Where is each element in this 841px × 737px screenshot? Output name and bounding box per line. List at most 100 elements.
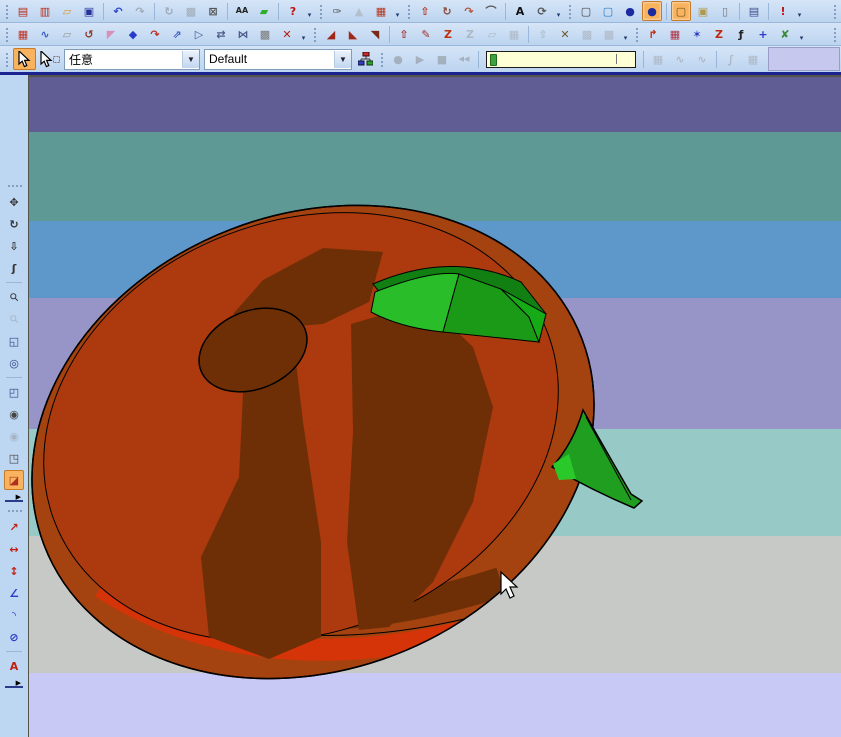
open-file-icon[interactable]: ▱ bbox=[57, 1, 77, 21]
constraint-icon[interactable]: + bbox=[753, 24, 773, 44]
regenerate-icon[interactable]: ↻ bbox=[159, 1, 179, 21]
select-button[interactable] bbox=[13, 48, 36, 70]
xform-toolbar-options[interactable]: ▾ bbox=[796, 24, 807, 45]
entity-filter-combo[interactable]: 任意 ▼ bbox=[64, 48, 200, 70]
diameter-dimension-icon[interactable]: ⊘ bbox=[4, 627, 24, 647]
unzoom-icon[interactable]: ◰ bbox=[4, 382, 24, 402]
revolve-icon[interactable]: ↻ bbox=[437, 1, 457, 21]
toolbar-grip[interactable] bbox=[318, 2, 323, 20]
smart-dimension-icon[interactable]: ↗ bbox=[4, 517, 24, 537]
toolbar-grip[interactable] bbox=[312, 25, 317, 43]
corner-surface-icon[interactable]: ◤ bbox=[101, 24, 121, 44]
trim-solid-icon[interactable]: ✎ bbox=[416, 24, 436, 44]
stamp-icon[interactable]: ⇧ bbox=[533, 24, 553, 44]
surfaces-toolbar-options[interactable]: ▾ bbox=[298, 24, 309, 45]
dropdown-arrow-icon[interactable]: ▼ bbox=[334, 50, 351, 68]
toolbar-grip[interactable] bbox=[4, 50, 9, 68]
save-file-icon[interactable]: ▣ bbox=[79, 1, 99, 21]
edit-curve2-icon[interactable]: ∿ bbox=[692, 49, 712, 69]
text-icon[interactable]: A bbox=[510, 1, 530, 21]
select-grid-button[interactable] bbox=[38, 48, 61, 70]
zoom-extents-icon[interactable]: ⇩ bbox=[4, 236, 24, 256]
repaint-icon[interactable]: ◉ bbox=[4, 404, 24, 424]
resolve-icon[interactable]: ✕ bbox=[555, 24, 575, 44]
bend-icon[interactable]: ↱ bbox=[643, 24, 663, 44]
untrim-surface-icon[interactable]: ✕ bbox=[277, 24, 297, 44]
toolbar-grip[interactable] bbox=[567, 2, 572, 20]
revolve-surface-icon[interactable]: ↺ bbox=[79, 24, 99, 44]
material-alert-icon[interactable]: ! bbox=[773, 1, 793, 21]
sketch-toolbar-options[interactable]: ▾ bbox=[392, 1, 403, 22]
viewport[interactable] bbox=[28, 75, 841, 737]
note-text-icon[interactable]: A bbox=[4, 656, 24, 676]
zoom-target-icon[interactable]: ◎ bbox=[4, 353, 24, 373]
hidden-lines-icon[interactable]: ▢ bbox=[671, 1, 691, 21]
prompt-input[interactable] bbox=[486, 50, 636, 68]
extrude-icon[interactable]: ⇧ bbox=[415, 1, 435, 21]
radius-dimension-icon[interactable]: ◝ bbox=[4, 605, 24, 625]
new-file-icon[interactable]: ▤ bbox=[13, 1, 33, 21]
screen-lock-icon[interactable]: ⊠ bbox=[203, 1, 223, 21]
split-surface-icon[interactable]: ▩ bbox=[255, 24, 275, 44]
sweep-icon[interactable]: ↷ bbox=[459, 1, 479, 21]
level-manager-icon[interactable] bbox=[355, 49, 375, 69]
import-file-icon[interactable]: ▥ bbox=[35, 1, 55, 21]
erase-icon[interactable]: ✘ bbox=[775, 24, 795, 44]
analyze-icon[interactable]: AA bbox=[232, 1, 252, 21]
solid-fillet-icon[interactable]: ◢ bbox=[321, 24, 341, 44]
cone-tool-icon[interactable]: ▲ bbox=[349, 1, 369, 21]
loft-icon[interactable]: ⌒ bbox=[481, 1, 501, 21]
dome-shell-model[interactable] bbox=[29, 126, 664, 737]
clear-colors-icon[interactable]: ◪ bbox=[4, 470, 24, 490]
spline-icon[interactable]: ∫ bbox=[721, 49, 741, 69]
dimension-toolbar-flyout[interactable]: ▶ bbox=[5, 679, 23, 688]
thicken-icon[interactable]: Z bbox=[438, 24, 458, 44]
flowline-surface-icon[interactable]: ∿ bbox=[35, 24, 55, 44]
toolbar-grip[interactable] bbox=[6, 508, 22, 513]
plane-surface-icon[interactable]: ▱ bbox=[57, 24, 77, 44]
toolbar-grip[interactable] bbox=[4, 2, 9, 20]
toolbar-grip[interactable] bbox=[379, 50, 384, 68]
wireframe-icon[interactable]: ▢ bbox=[576, 1, 596, 21]
flat-boundary-icon[interactable]: ◆ bbox=[123, 24, 143, 44]
function-icon[interactable]: ƒ bbox=[731, 24, 751, 44]
multi-view-icon[interactable]: ◳ bbox=[4, 448, 24, 468]
fan-primitive-icon[interactable]: ✶ bbox=[687, 24, 707, 44]
history-delete-icon[interactable]: ▦ bbox=[504, 24, 524, 44]
draft-faces-icon[interactable]: ⇧ bbox=[394, 24, 414, 44]
shaded-icon[interactable]: ● bbox=[620, 1, 640, 21]
extrude-cut-icon[interactable]: Z bbox=[709, 24, 729, 44]
solids-toolbar-options[interactable]: ▾ bbox=[553, 1, 564, 22]
animate-icon[interactable]: ▦ bbox=[743, 49, 763, 69]
plane-combo[interactable]: Default ▼ bbox=[204, 48, 352, 70]
extend-surface-icon[interactable]: ▷ bbox=[189, 24, 209, 44]
toolbar-grip[interactable] bbox=[6, 183, 22, 188]
mesh-tool-icon[interactable]: ▦ bbox=[371, 1, 391, 21]
solid-shell-icon[interactable]: ◥ bbox=[365, 24, 385, 44]
vertical-dimension-icon[interactable]: ↕ bbox=[4, 561, 24, 581]
box-primitive-icon[interactable]: ▦ bbox=[665, 24, 685, 44]
view-toolbar-flyout[interactable]: ▶ bbox=[5, 493, 23, 502]
toolbar-grip[interactable] bbox=[406, 2, 411, 20]
horizontal-dimension-icon[interactable]: ↔ bbox=[4, 539, 24, 559]
translucent-icon[interactable]: ▣ bbox=[693, 1, 713, 21]
net-surface-icon[interactable]: ▦ bbox=[13, 24, 33, 44]
remove-faces-icon[interactable]: Z bbox=[460, 24, 480, 44]
dynamic-spin-icon[interactable]: ʃ bbox=[4, 258, 24, 278]
rewind-icon[interactable]: ◀◀ bbox=[454, 49, 474, 69]
transform-icon[interactable]: ⟳ bbox=[532, 1, 552, 21]
zoom-window-icon[interactable]: ⚲ bbox=[0, 305, 28, 333]
page-copy-icon[interactable]: ▩ bbox=[577, 24, 597, 44]
camera-icon[interactable]: ◉ bbox=[4, 426, 24, 446]
stop-icon[interactable]: ■ bbox=[432, 49, 452, 69]
page-paste-icon[interactable]: ▩ bbox=[599, 24, 619, 44]
record-icon[interactable]: ● bbox=[388, 49, 408, 69]
shaded-edges-icon[interactable]: ● bbox=[642, 1, 662, 21]
display-toolbar-options[interactable]: ▾ bbox=[794, 1, 805, 22]
pan-icon[interactable]: ✥ bbox=[4, 192, 24, 212]
display-options-icon[interactable]: ▤ bbox=[744, 1, 764, 21]
toolbar-grip[interactable] bbox=[4, 25, 9, 43]
wireframe-color-icon[interactable]: ▢ bbox=[598, 1, 618, 21]
toolbar-grip[interactable] bbox=[832, 25, 837, 43]
zoom-area-icon[interactable]: ◱ bbox=[4, 331, 24, 351]
